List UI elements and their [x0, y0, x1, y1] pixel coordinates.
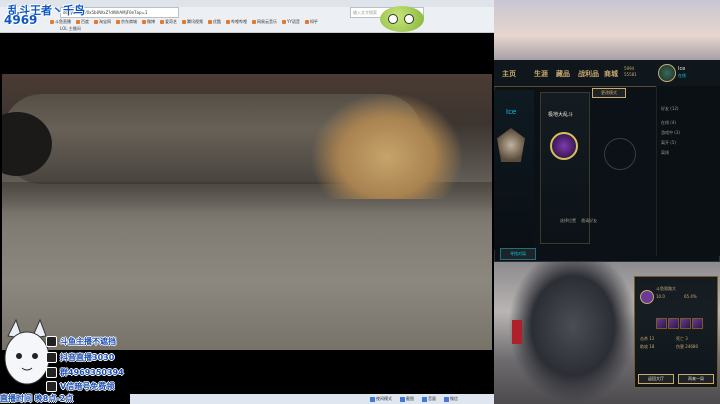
taskbar-icon [370, 396, 375, 402]
bookmark-item[interactable]: 斗鱼直播 [50, 17, 71, 26]
bookmark-icon [50, 19, 54, 24]
player-name: Ice [678, 66, 686, 72]
taskbar: 夜间模式 截图 音量 微信 [130, 394, 494, 404]
bookmark-item[interactable]: 优酷 [208, 17, 221, 26]
bookmark-item[interactable]: 网易云音乐 [252, 17, 277, 26]
bookmark-item[interactable]: 百度 [76, 17, 89, 26]
overlay-ticker: 直播时间 晚8点-2点 [0, 394, 74, 403]
currency-display: 5994 55581 [624, 66, 637, 78]
mascot-icon [4, 318, 50, 385]
wechat-icon [46, 381, 57, 392]
invite-friends-link[interactable]: 邀请好友 [581, 218, 597, 223]
taskbar-item[interactable]: 夜间模式 [370, 396, 392, 402]
taskbar-icon [444, 396, 449, 402]
bookmark-icon [304, 19, 309, 24]
play-again-button[interactable]: 再来一局 [678, 374, 714, 384]
bookmark-icon [282, 19, 286, 24]
champion-art [508, 262, 638, 404]
friend-group[interactable]: 好友 (12) [661, 106, 678, 112]
bookmark-item[interactable]: 微博 [142, 17, 155, 26]
emote-eye [404, 14, 414, 24]
stat-line: 击杀 12 [640, 336, 655, 341]
bookmark-icon [116, 19, 120, 24]
champion-portrait-icon [640, 290, 654, 304]
red-banner [512, 320, 522, 344]
friend-group[interactable]: 游戏中 (3) [661, 130, 680, 136]
nav-collection[interactable]: 藏品 [556, 69, 570, 79]
browser-tab[interactable]: LOL 主播间 [60, 26, 81, 32]
bookmark-item[interactable]: 京东商城 [116, 17, 137, 26]
nav-home[interactable]: 主页 [502, 69, 516, 79]
wallpaper [494, 0, 720, 60]
player-status: 在线 [678, 73, 686, 78]
item-icon [668, 318, 679, 329]
overlay-line: 群4969350394 [46, 367, 124, 378]
bookmark-icon [94, 19, 98, 24]
role-bar: 选择位置 邀请好友 [560, 218, 652, 232]
emote-sticker [380, 6, 424, 32]
bookmark-item[interactable]: 哔哩哔哩 [226, 17, 247, 26]
bookmark-icon [76, 19, 80, 24]
bookmark-icon [208, 19, 212, 24]
bookmark-icon [226, 19, 230, 24]
find-match-button[interactable]: 寻找对局 [500, 248, 536, 260]
currency-be: 55581 [624, 72, 637, 77]
emote-eye [388, 14, 398, 24]
avatar[interactable] [658, 64, 676, 82]
bookmark-item[interactable]: YY语音 [282, 17, 300, 26]
tiktok-icon [46, 352, 57, 363]
nav-profile[interactable]: 生涯 [534, 69, 548, 79]
rank-label: Ice [506, 108, 517, 116]
friends-list: 好友 (12) 在线 (4) 游戏中 (3) 离开 (5) 离线 [656, 86, 720, 256]
kda-value: 10.0 [656, 294, 665, 299]
item-icon [656, 318, 667, 329]
friend-group[interactable]: 离开 (5) [661, 140, 676, 146]
bookmark-item[interactable]: 爱奇艺 [160, 17, 177, 26]
taskbar-icon [422, 396, 427, 402]
qq-icon [46, 367, 57, 378]
bookmark-icon [160, 19, 164, 24]
lol-nav-bar: 主页 生涯 藏品 战利品 商城 [494, 60, 720, 87]
bookmark-icon [182, 19, 186, 24]
return-lobby-button[interactable]: 返回大厅 [638, 374, 674, 384]
video-player[interactable] [2, 74, 492, 350]
video-cat [312, 94, 462, 199]
game-panel-title: 斗鱼恩路大 [656, 286, 676, 291]
nav-store[interactable]: 商城 [604, 69, 618, 79]
friend-group[interactable]: 在线 (4) [661, 120, 676, 126]
stat-line: 伤害 24680 [676, 344, 698, 349]
douyu-icon [46, 336, 57, 347]
item-icon [680, 318, 691, 329]
friend-group[interactable]: 离线 [661, 150, 669, 156]
room-id: 4969 [4, 13, 38, 27]
bookmark-icon [252, 19, 256, 24]
bookmark-item[interactable]: 淘宝网 [94, 17, 111, 26]
taskbar-item[interactable]: 音量 [422, 396, 436, 402]
stat-line: 助攻 18 [640, 344, 655, 349]
bookmark-item[interactable]: 知乎 [304, 17, 318, 26]
champion-icon[interactable] [550, 132, 578, 160]
overlay-line: 斗鱼主播不遮挡 [46, 336, 116, 347]
taskbar-item[interactable]: 微信 [444, 396, 458, 402]
invite-slot[interactable] [604, 138, 636, 170]
taskbar-item[interactable]: 截图 [400, 396, 414, 402]
overlay-line: V信暗号免费领 [46, 381, 114, 392]
nav-loot[interactable]: 战利品 [578, 69, 599, 79]
select-role-link[interactable]: 选择位置 [560, 218, 576, 223]
bookmark-item[interactable]: 腾讯视频 [182, 17, 203, 26]
bookmarks-bar: 斗鱼直播 百度 淘宝网 京东商城 微博 爱奇艺 腾讯视频 优酷 哔哩哔哩 网易云… [50, 17, 318, 26]
slot-mode-name: 极地大乱斗 [548, 112, 574, 118]
overlay-line: 抖音直播3030 [46, 352, 114, 363]
taskbar-icon [400, 396, 405, 402]
percent-value: 65.4% [684, 294, 697, 299]
bookmark-icon [142, 19, 146, 24]
change-mode-button[interactable]: 更改模式 [592, 88, 626, 98]
stat-line: 死亡 3 [676, 336, 688, 341]
item-icon [692, 318, 703, 329]
